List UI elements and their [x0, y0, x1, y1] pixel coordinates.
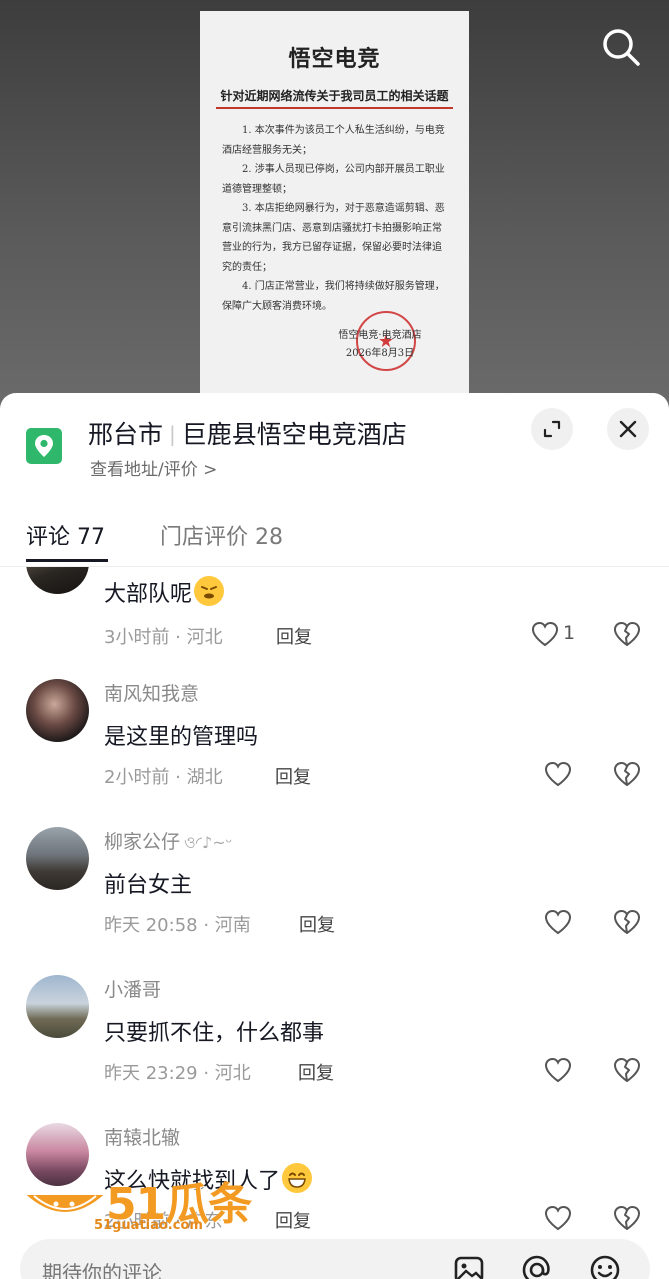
location-title[interactable]: 邢台市 | 巨鹿县悟空电竞酒店	[88, 415, 407, 451]
notice-signature: 悟空电竞·电竞酒店	[338, 330, 422, 341]
comment-author[interactable]: 小潘哥	[104, 975, 161, 1002]
like-heart-icon[interactable]	[543, 1203, 573, 1233]
watermark-melon-icon	[21, 1193, 109, 1214]
notice-paragraph: 3. 本店拒绝网暴行为，对于恶意造谣剪辑、恶意引流抹黑门店、恶意到店骚扰打卡拍摄…	[222, 203, 445, 273]
expand-icon	[543, 420, 561, 438]
notice-image[interactable]: 悟空电竞 针对近期网络流传关于我司员工的相关话题 1. 本次事件为该员工个人私生…	[200, 11, 469, 401]
dislike-broken-heart-icon[interactable]	[612, 1203, 642, 1233]
comment-item: 小潘哥 只要抓不住，什么都事 昨天 23:29 · 河北 回复	[0, 975, 669, 1123]
smirk-emoji-icon	[194, 576, 225, 606]
like-heart-icon[interactable]	[530, 619, 560, 649]
notice-divider	[216, 107, 453, 109]
tab-store-reviews[interactable]: 门店评价 28	[160, 519, 283, 551]
comment-body: 是这里的管理吗	[104, 725, 259, 750]
notice-signature-block: 悟空电竞·电竞酒店 2026年8月3日	[320, 327, 440, 363]
comment-text: 大部队呢	[104, 576, 225, 608]
comment-meta: 昨天 20:58 · 河南	[104, 915, 251, 936]
close-icon	[619, 420, 637, 438]
comment-item: 南风知我意 是这里的管理吗 2小时前 · 湖北 回复	[0, 679, 669, 827]
image-icon[interactable]	[452, 1253, 486, 1279]
like-heart-icon[interactable]	[543, 907, 573, 937]
notice-paragraph: 1. 本次事件为该员工个人私生活纠纷，与电竞酒店经营服务无关；	[222, 125, 445, 156]
dislike-broken-heart-icon[interactable]	[612, 1055, 642, 1085]
notice-paragraph: 4. 门店正常营业，我们将持续做好服务管理，保障广大顾客消费环境。	[222, 281, 445, 312]
notice-logo: 悟空电竞	[288, 46, 381, 72]
grin-emoji-icon	[282, 1163, 313, 1193]
comment-tabs: 评论 77 门店评价 28	[0, 511, 669, 567]
comment-meta: 3小时前 · 河北	[104, 627, 223, 648]
mention-icon[interactable]	[520, 1253, 554, 1279]
notice-date: 2026年8月3日	[345, 348, 415, 359]
like-heart-icon[interactable]	[543, 1055, 573, 1085]
notice-paragraph: 2. 涉事人员现已停岗，公司内部开展员工职业道德管理整顿；	[222, 164, 445, 195]
avatar[interactable]	[26, 975, 89, 1038]
avatar[interactable]	[26, 827, 89, 890]
dislike-broken-heart-icon[interactable]	[612, 907, 642, 937]
reply-button[interactable]: 回复	[299, 911, 335, 937]
comment-body: 只要抓不住，什么都事	[104, 1021, 325, 1046]
reply-button[interactable]: 回复	[275, 1207, 311, 1233]
avatar[interactable]	[26, 679, 89, 742]
comment-author[interactable]: 南风知我意	[104, 679, 199, 706]
reply-button[interactable]: 回复	[276, 623, 312, 649]
watermark-logo: 51瓜条 51guatiao.com	[20, 1160, 260, 1240]
comment-item: 柳家公仔 ও◜♪~ᵕ 前台女主 昨天 20:58 · 河南 回复	[0, 827, 669, 975]
media-backdrop: 悟空电竞 针对近期网络流传关于我司员工的相关话题 1. 本次事件为该员工个人私生…	[0, 0, 669, 420]
search-icon[interactable]	[598, 24, 644, 70]
active-tab-indicator	[26, 559, 108, 562]
comment-sheet: 邢台市 | 巨鹿县悟空电竞酒店 查看地址/评价 > 评论 77 门店评价 28 大部…	[0, 393, 669, 1279]
notice-heading: 针对近期网络流传关于我司员工的相关话题	[220, 89, 449, 103]
like-count: 1	[563, 622, 576, 644]
comment-body: 前台女主	[104, 873, 193, 898]
location-city: 邢台市	[88, 420, 164, 449]
location-name: 巨鹿县悟空电竞酒店	[181, 420, 407, 449]
comment-input-bar[interactable]: 期待你的评论	[20, 1239, 650, 1279]
reply-button[interactable]: 回复	[298, 1059, 334, 1085]
notice-body: 1. 本次事件为该员工个人私生活纠纷，与电竞酒店经营服务无关； 2. 涉事人员现…	[222, 121, 446, 316]
tab-comments[interactable]: 评论 77	[26, 519, 105, 551]
emoji-icon[interactable]	[588, 1253, 622, 1279]
comment-item: 大部队呢 3小时前 · 河北 回复 1	[0, 567, 669, 679]
comment-author-decoration: ও◜♪~ᵕ	[184, 833, 233, 852]
avatar[interactable]	[26, 567, 89, 594]
comment-list: 大部队呢 3小时前 · 河北 回复 1 南风知我意 是这里的管理吗 2小时前 ·…	[0, 567, 669, 1237]
location-separator: |	[169, 422, 176, 446]
view-address-link[interactable]: 查看地址/评价 >	[90, 455, 217, 480]
comment-author-name: 柳家公仔	[104, 831, 181, 853]
comment-meta: 昨天 23:29 · 河北	[104, 1063, 251, 1084]
comment-author[interactable]: 柳家公仔 ও◜♪~ᵕ	[104, 827, 232, 857]
dislike-broken-heart-icon[interactable]	[612, 619, 642, 649]
like-heart-icon[interactable]	[543, 759, 573, 789]
comment-input-placeholder: 期待你的评论	[42, 1261, 162, 1279]
dislike-broken-heart-icon[interactable]	[612, 759, 642, 789]
reply-button[interactable]: 回复	[275, 763, 311, 789]
comment-meta: 2小时前 · 湖北	[104, 767, 223, 788]
close-button[interactable]	[607, 408, 649, 450]
map-pin-icon	[26, 428, 62, 464]
comment-author[interactable]: 南辕北辙	[104, 1123, 180, 1150]
comment-body: 大部队呢	[104, 582, 193, 607]
expand-button[interactable]	[531, 408, 573, 450]
watermark-url: 51guatiao.com	[94, 1218, 203, 1233]
